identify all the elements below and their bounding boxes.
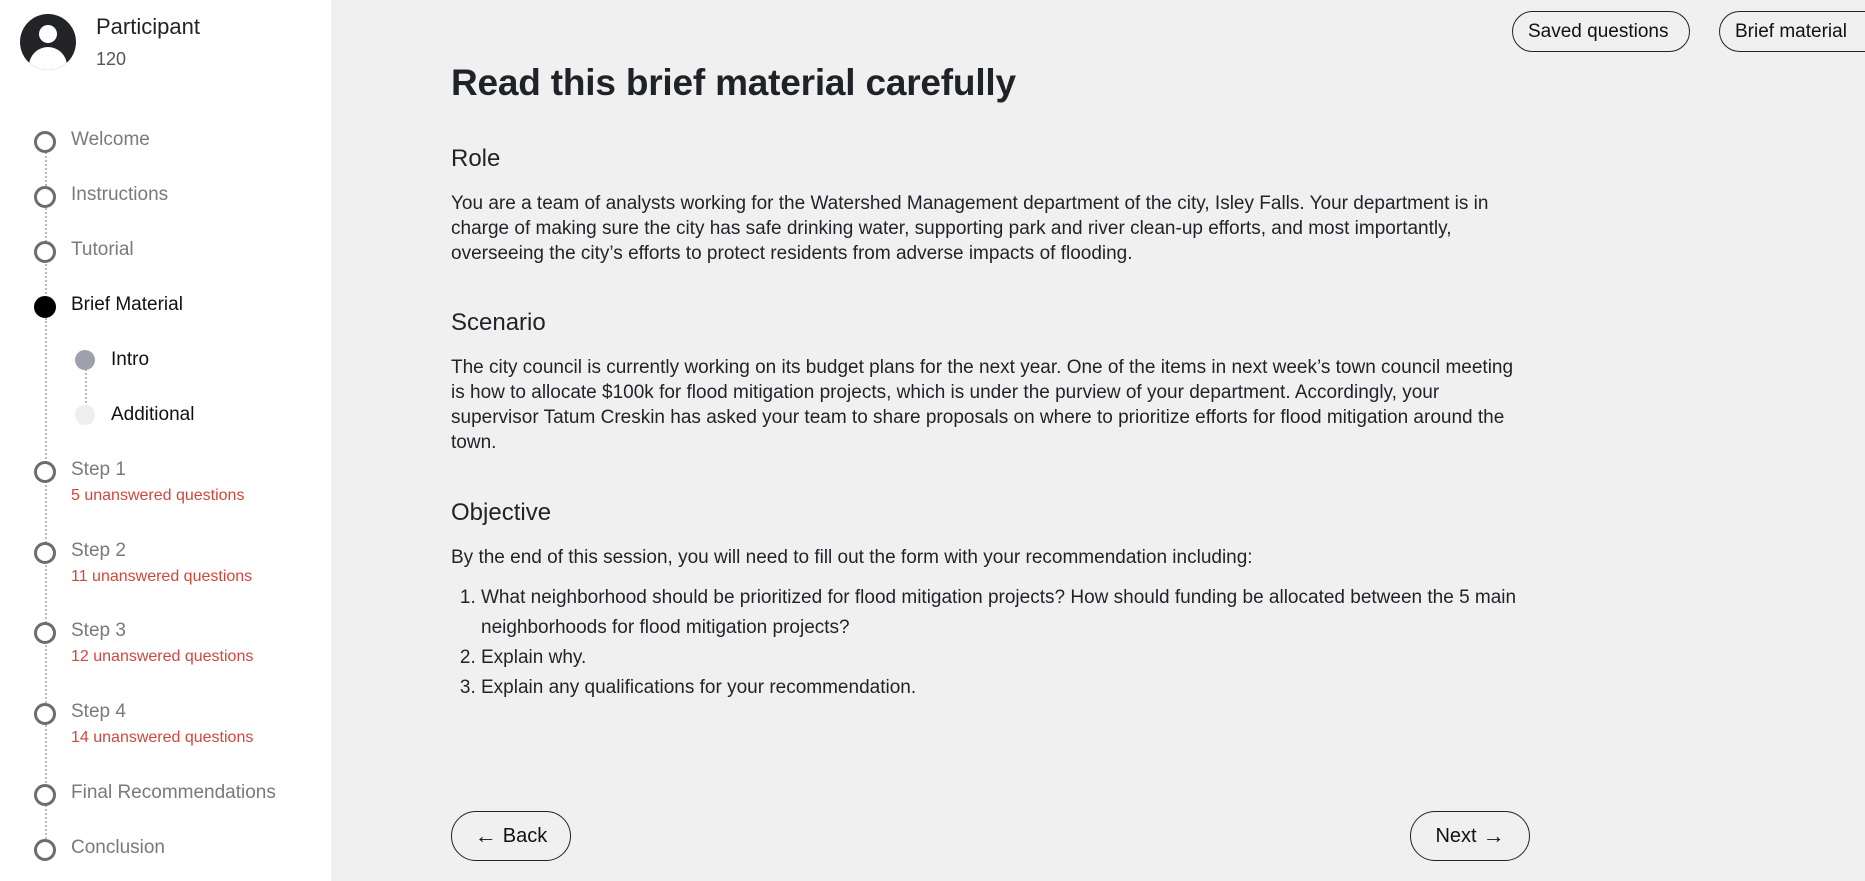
saved-questions-button[interactable]: Saved questions [1512, 11, 1690, 52]
step-label: Instructions [71, 184, 169, 205]
next-label: Next [1435, 824, 1477, 847]
unanswered-warning: 5 unanswered questions [71, 487, 245, 504]
sidebar: Participant 120 Welcome Instructions Tut… [0, 0, 331, 881]
step-1[interactable]: Step 1 5 unanswered questions [34, 458, 244, 506]
step-label: Tutorial [71, 239, 134, 260]
step-label: Final Recommendations [71, 782, 276, 803]
back-button[interactable]: ← Back [451, 811, 571, 861]
step-label: Step 1 [71, 459, 126, 480]
step-label: Step 2 [71, 540, 126, 561]
role-heading: Role [451, 145, 501, 172]
main-content: Saved questions Brief material Read this… [331, 0, 1865, 881]
step-label: Step 4 [71, 701, 126, 722]
step-status-icon [34, 461, 56, 483]
substep-connector [85, 369, 87, 407]
substep-label: Intro [111, 349, 150, 370]
step-status-icon [34, 131, 56, 153]
step-2[interactable]: Step 2 11 unanswered questions [34, 539, 252, 587]
scenario-heading: Scenario [451, 309, 546, 336]
objective-intro: By the end of this session, you will nee… [451, 547, 1253, 568]
step-status-icon [34, 839, 56, 861]
step-tutorial[interactable]: Tutorial [34, 238, 134, 263]
objective-item: Explain any qualifications for your reco… [481, 673, 1531, 703]
step-status-icon [34, 784, 56, 806]
step-status-icon [34, 622, 56, 644]
role-text: You are a team of analysts working for t… [451, 193, 1489, 264]
arrow-left-icon: ← [474, 823, 497, 848]
brief-material-button[interactable]: Brief material [1719, 11, 1865, 52]
substep-label: Additional [111, 404, 195, 425]
back-label: Back [502, 824, 548, 847]
unanswered-warning: 11 unanswered questions [71, 568, 253, 585]
step-connector [45, 152, 47, 298]
step-status-icon [34, 241, 56, 263]
step-label: Brief Material [71, 294, 183, 315]
step-3[interactable]: Step 3 12 unanswered questions [34, 619, 253, 667]
objective-list: What neighborhood should be prioritized … [451, 583, 1531, 703]
brief-content: Read this brief material carefully Role … [451, 58, 1531, 703]
step-label: Welcome [71, 129, 150, 150]
step-current-icon [34, 296, 56, 318]
scenario-text: The city council is currently working on… [451, 357, 1514, 453]
substep-additional[interactable]: Additional [75, 403, 194, 427]
step-label: Conclusion [71, 837, 165, 858]
objective-heading: Objective [451, 499, 552, 526]
step-4[interactable]: Step 4 14 unanswered questions [34, 700, 253, 748]
progress-steps: Welcome Instructions Tutorial Brief Mate… [0, 0, 331, 881]
step-final-recommendations[interactable]: Final Recommendations [34, 781, 276, 806]
unanswered-warning: 12 unanswered questions [71, 648, 254, 665]
step-label: Step 3 [71, 620, 126, 641]
substep-status-icon [75, 405, 95, 425]
objective-item: What neighborhood should be prioritized … [481, 583, 1531, 643]
page-title: Read this brief material carefully [451, 62, 1016, 103]
arrow-right-icon: → [1482, 823, 1505, 848]
step-instructions[interactable]: Instructions [34, 183, 168, 208]
next-button[interactable]: Next → [1410, 811, 1530, 861]
objective-item: Explain why. [481, 643, 1531, 673]
step-status-icon [34, 542, 56, 564]
unanswered-warning: 14 unanswered questions [71, 729, 254, 746]
substep-status-icon [75, 350, 95, 370]
step-brief-material[interactable]: Brief Material [34, 293, 183, 318]
step-status-icon [34, 703, 56, 725]
step-conclusion[interactable]: Conclusion [34, 836, 165, 861]
step-status-icon [34, 186, 56, 208]
step-welcome[interactable]: Welcome [34, 128, 150, 153]
substep-intro[interactable]: Intro [75, 348, 149, 372]
